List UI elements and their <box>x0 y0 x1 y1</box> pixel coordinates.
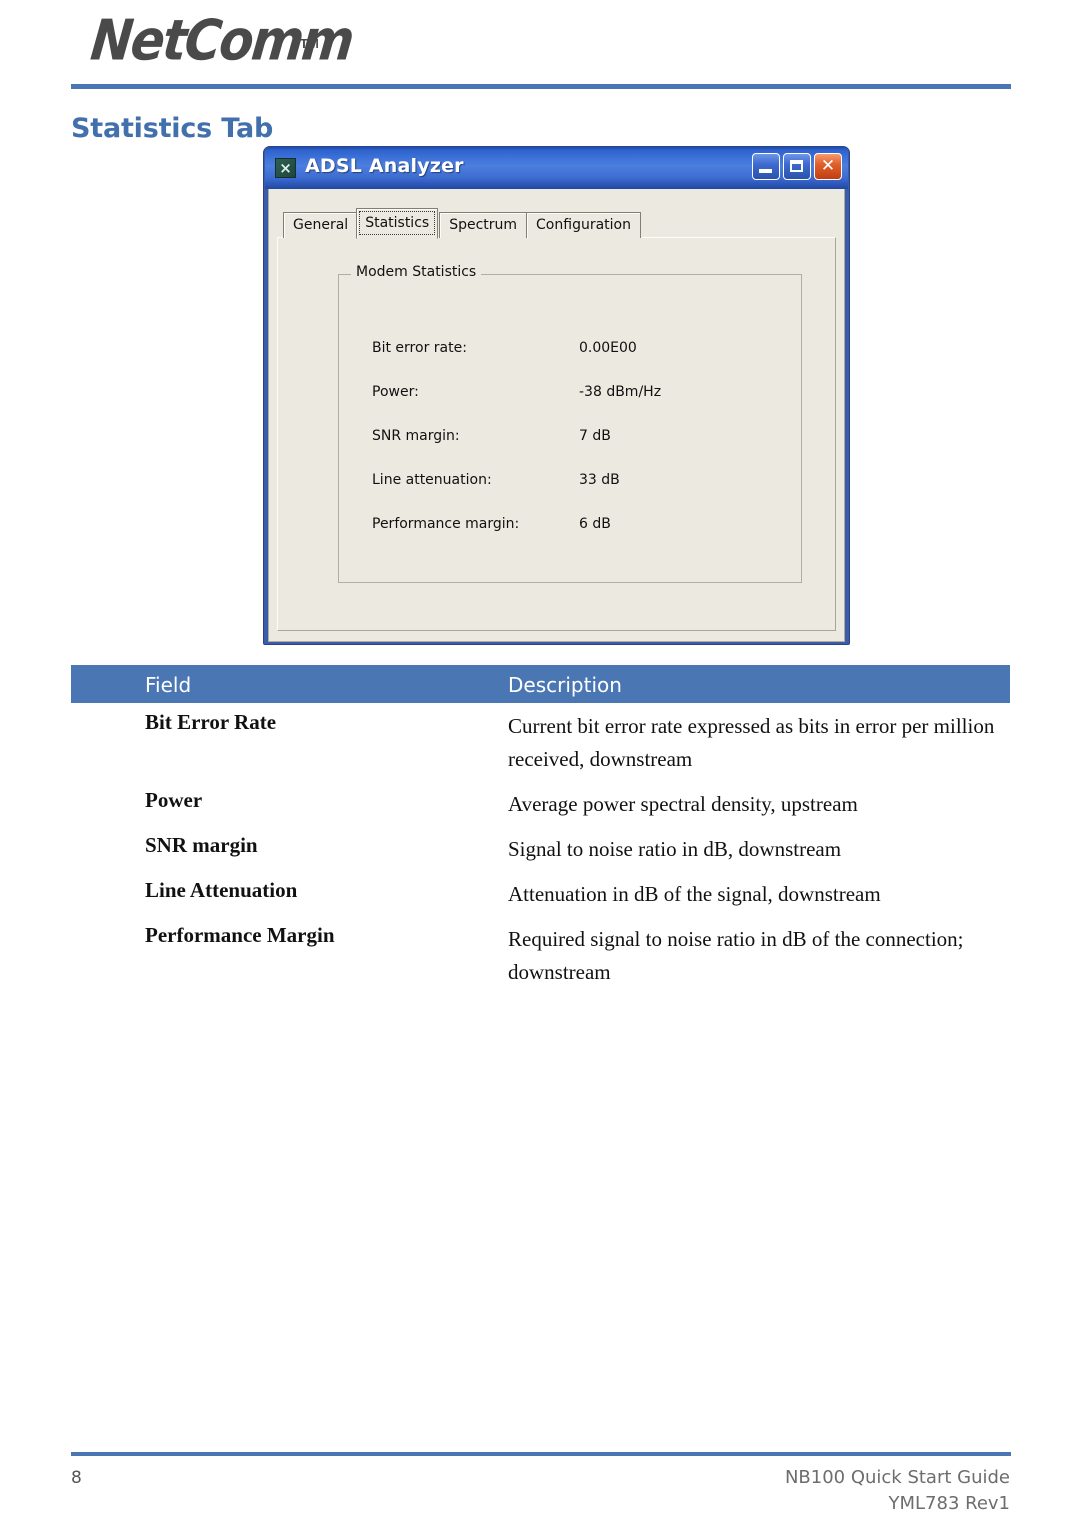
row-description: Signal to noise ratio in dB, downstream <box>508 837 842 861</box>
tab-strip: General Statistics Spectrum Configuratio… <box>283 208 641 239</box>
trademark-symbol: TM <box>300 36 319 51</box>
tab-statistics[interactable]: Statistics <box>356 208 439 239</box>
row-description: Current bit error rate expressed as bits… <box>508 714 995 771</box>
tab-spectrum-label: Spectrum <box>449 217 518 233</box>
row-description: Attenuation in dB of the signal, downstr… <box>508 882 881 906</box>
page-title: Statistics Tab <box>71 113 274 145</box>
stat-label: Bit error rate: <box>372 340 467 356</box>
row-field: Power <box>145 788 203 812</box>
row-field: SNR margin <box>145 833 258 857</box>
row-field: Line Attenuation <box>145 878 298 902</box>
stat-value: 7 dB <box>579 428 611 444</box>
maximize-icon <box>790 160 803 172</box>
tab-configuration[interactable]: Configuration <box>526 212 641 238</box>
adsl-analyzer-icon: ⨯ <box>275 158 296 178</box>
tab-configuration-label: Configuration <box>536 217 631 233</box>
stat-row: SNR margin: 7 dB <box>372 428 772 472</box>
statistics-tab-panel: Modem Statistics Bit error rate: 0.00E00… <box>277 237 836 631</box>
modem-statistics-group: Modem Statistics Bit error rate: 0.00E00… <box>338 264 802 583</box>
tab-general-label: General <box>293 217 349 233</box>
table-row: SNR margin Signal to noise ratio in dB, … <box>145 833 1015 866</box>
column-header-field: Field <box>145 673 192 697</box>
row-field: Performance Margin <box>145 923 335 947</box>
table-row: Power Average power spectral density, up… <box>145 788 1015 821</box>
stat-label: SNR margin: <box>372 428 460 444</box>
tab-statistics-label: Statistics <box>365 215 430 231</box>
row-field: Bit Error Rate <box>145 710 277 734</box>
window-title: ADSL Analyzer <box>305 155 464 177</box>
minimize-button[interactable] <box>752 153 780 180</box>
stat-label: Power: <box>372 384 419 400</box>
stat-label: Line attenuation: <box>372 472 492 488</box>
window-client-area: General Statistics Spectrum Configuratio… <box>268 189 845 642</box>
minimize-icon <box>759 169 772 173</box>
tab-general[interactable]: General <box>283 212 359 238</box>
maximize-button[interactable] <box>783 153 811 180</box>
stat-label: Performance margin: <box>372 516 520 532</box>
revision-code: YML783 Rev1 <box>888 1493 1010 1514</box>
guide-name: NB100 Quick Start Guide <box>784 1467 1010 1488</box>
netcomm-logo: NetComm TM <box>88 8 356 73</box>
table-row: Performance Margin Required signal to no… <box>145 923 1015 989</box>
field-description-table: Bit Error Rate Current bit error rate ex… <box>145 710 1015 1001</box>
footer-meta: NB100 Quick Start Guide YML783 Rev1 <box>785 1465 1010 1517</box>
table-header-row: Field Description <box>71 665 1010 703</box>
header-divider <box>71 84 1011 89</box>
page-number: 8 <box>71 1468 82 1488</box>
column-header-description: Description <box>508 673 622 697</box>
modem-statistics-list: Bit error rate: 0.00E00 Power: -38 dBm/H… <box>372 340 772 560</box>
close-button[interactable]: ✕ <box>814 153 842 180</box>
stat-value: 0.00E00 <box>579 340 637 356</box>
close-icon: ✕ <box>820 156 836 176</box>
adsl-analyzer-window: ⨯ ADSL Analyzer ✕ General Statistics Spe… <box>263 146 850 645</box>
window-controls: ✕ <box>752 153 842 180</box>
stat-value: 33 dB <box>579 472 620 488</box>
stat-row: Line attenuation: 33 dB <box>372 472 772 516</box>
table-row: Bit Error Rate Current bit error rate ex… <box>145 710 1015 776</box>
stat-row: Bit error rate: 0.00E00 <box>372 340 772 384</box>
stat-value: -38 dBm/Hz <box>579 384 662 400</box>
row-description: Average power spectral density, upstream <box>508 792 858 816</box>
stat-row: Power: -38 dBm/Hz <box>372 384 772 428</box>
stat-value: 6 dB <box>579 516 611 532</box>
row-description: Required signal to noise ratio in dB of … <box>508 927 964 984</box>
footer-divider <box>71 1452 1011 1456</box>
window-titlebar[interactable]: ⨯ ADSL Analyzer ✕ <box>265 147 848 189</box>
tab-spectrum[interactable]: Spectrum <box>439 212 528 238</box>
stat-row: Performance margin: 6 dB <box>372 516 772 560</box>
modem-statistics-legend: Modem Statistics <box>351 264 482 280</box>
table-row: Line Attenuation Attenuation in dB of th… <box>145 878 1015 911</box>
